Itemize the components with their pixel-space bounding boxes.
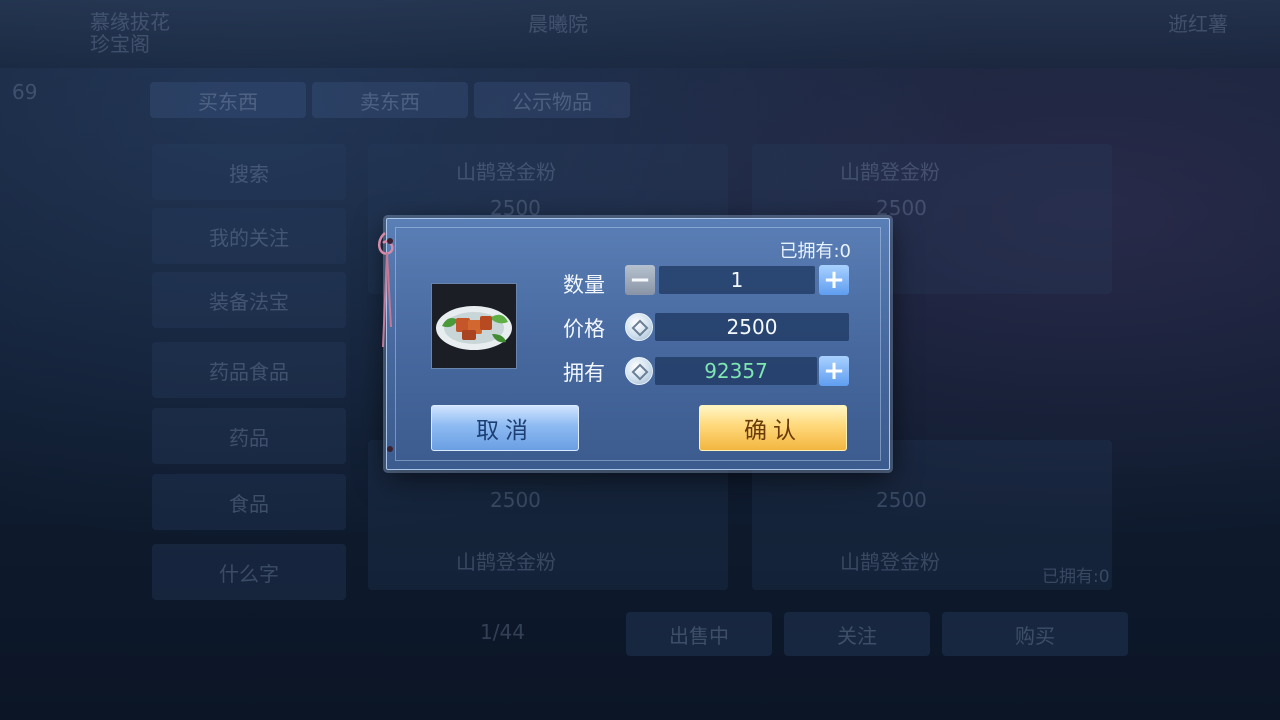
price-label: 价格 — [563, 317, 605, 341]
listing-name: 山鹊登金粉 — [840, 160, 940, 184]
coin-icon — [625, 313, 653, 341]
listing-name: 山鹊登金粉 — [840, 550, 940, 574]
cancel-button[interactable]: 取消 — [431, 405, 579, 451]
page-indicator: 1/44 — [480, 620, 525, 644]
purchase-dialog: 已拥有:0 数量 − 1 + 价格 2500 拥有 92357 + 取消 确认 — [377, 218, 890, 470]
follow-button[interactable]: 关注 — [784, 612, 930, 656]
buy-button[interactable]: 购买 — [942, 612, 1128, 656]
food-item-icon — [431, 283, 517, 369]
sidebar-item-search[interactable]: 搜索 — [152, 144, 346, 200]
owned-count-bg: 已拥有:0 — [1042, 567, 1110, 587]
sidebar-item-consumables[interactable]: 药品食品 — [152, 342, 346, 398]
plus-icon: + — [823, 356, 845, 386]
quantity-field[interactable]: 1 — [659, 266, 815, 294]
coin-icon — [625, 357, 653, 385]
location-name: 晨曦院 — [528, 12, 588, 36]
tab-public[interactable]: 公示物品 — [474, 82, 630, 118]
listing-price: 2500 — [490, 196, 541, 220]
add-money-button[interactable]: + — [819, 356, 849, 386]
increase-quantity-button[interactable]: + — [819, 265, 849, 295]
on-sale-button[interactable]: 出售中 — [626, 612, 772, 656]
sidebar-item-medicine[interactable]: 药品 — [152, 408, 346, 464]
minus-icon: − — [629, 265, 651, 295]
listing-name: 山鹊登金粉 — [456, 160, 556, 184]
shop-title: 珍宝阁 — [90, 32, 150, 56]
owned-count: 已拥有:0 — [779, 241, 851, 262]
player-name: 逝红薯 — [1168, 12, 1228, 36]
owned-money-label: 拥有 — [563, 361, 605, 385]
player-level: 69 — [12, 80, 38, 104]
top-bar — [0, 0, 1280, 68]
ribbon-decoration-icon — [377, 232, 394, 452]
tab-buy[interactable]: 买东西 — [150, 82, 306, 118]
listing-price: 2500 — [876, 488, 927, 512]
plus-icon: + — [823, 265, 845, 295]
sidebar-item-equipment[interactable]: 装备法宝 — [152, 272, 346, 328]
quantity-label: 数量 — [563, 273, 605, 297]
confirm-button[interactable]: 确认 — [699, 405, 847, 451]
price-value: 2500 — [655, 313, 849, 341]
owned-money-value: 92357 — [655, 357, 817, 385]
sidebar-item-favorites[interactable]: 我的关注 — [152, 208, 346, 264]
listing-price: 2500 — [876, 196, 927, 220]
sidebar-item-food[interactable]: 食品 — [152, 474, 346, 530]
decrease-quantity-button[interactable]: − — [625, 265, 655, 295]
sidebar-item-other[interactable]: 什么字 — [152, 544, 346, 600]
listing-name: 山鹊登金粉 — [456, 550, 556, 574]
tab-sell[interactable]: 卖东西 — [312, 82, 468, 118]
listing-price: 2500 — [490, 488, 541, 512]
